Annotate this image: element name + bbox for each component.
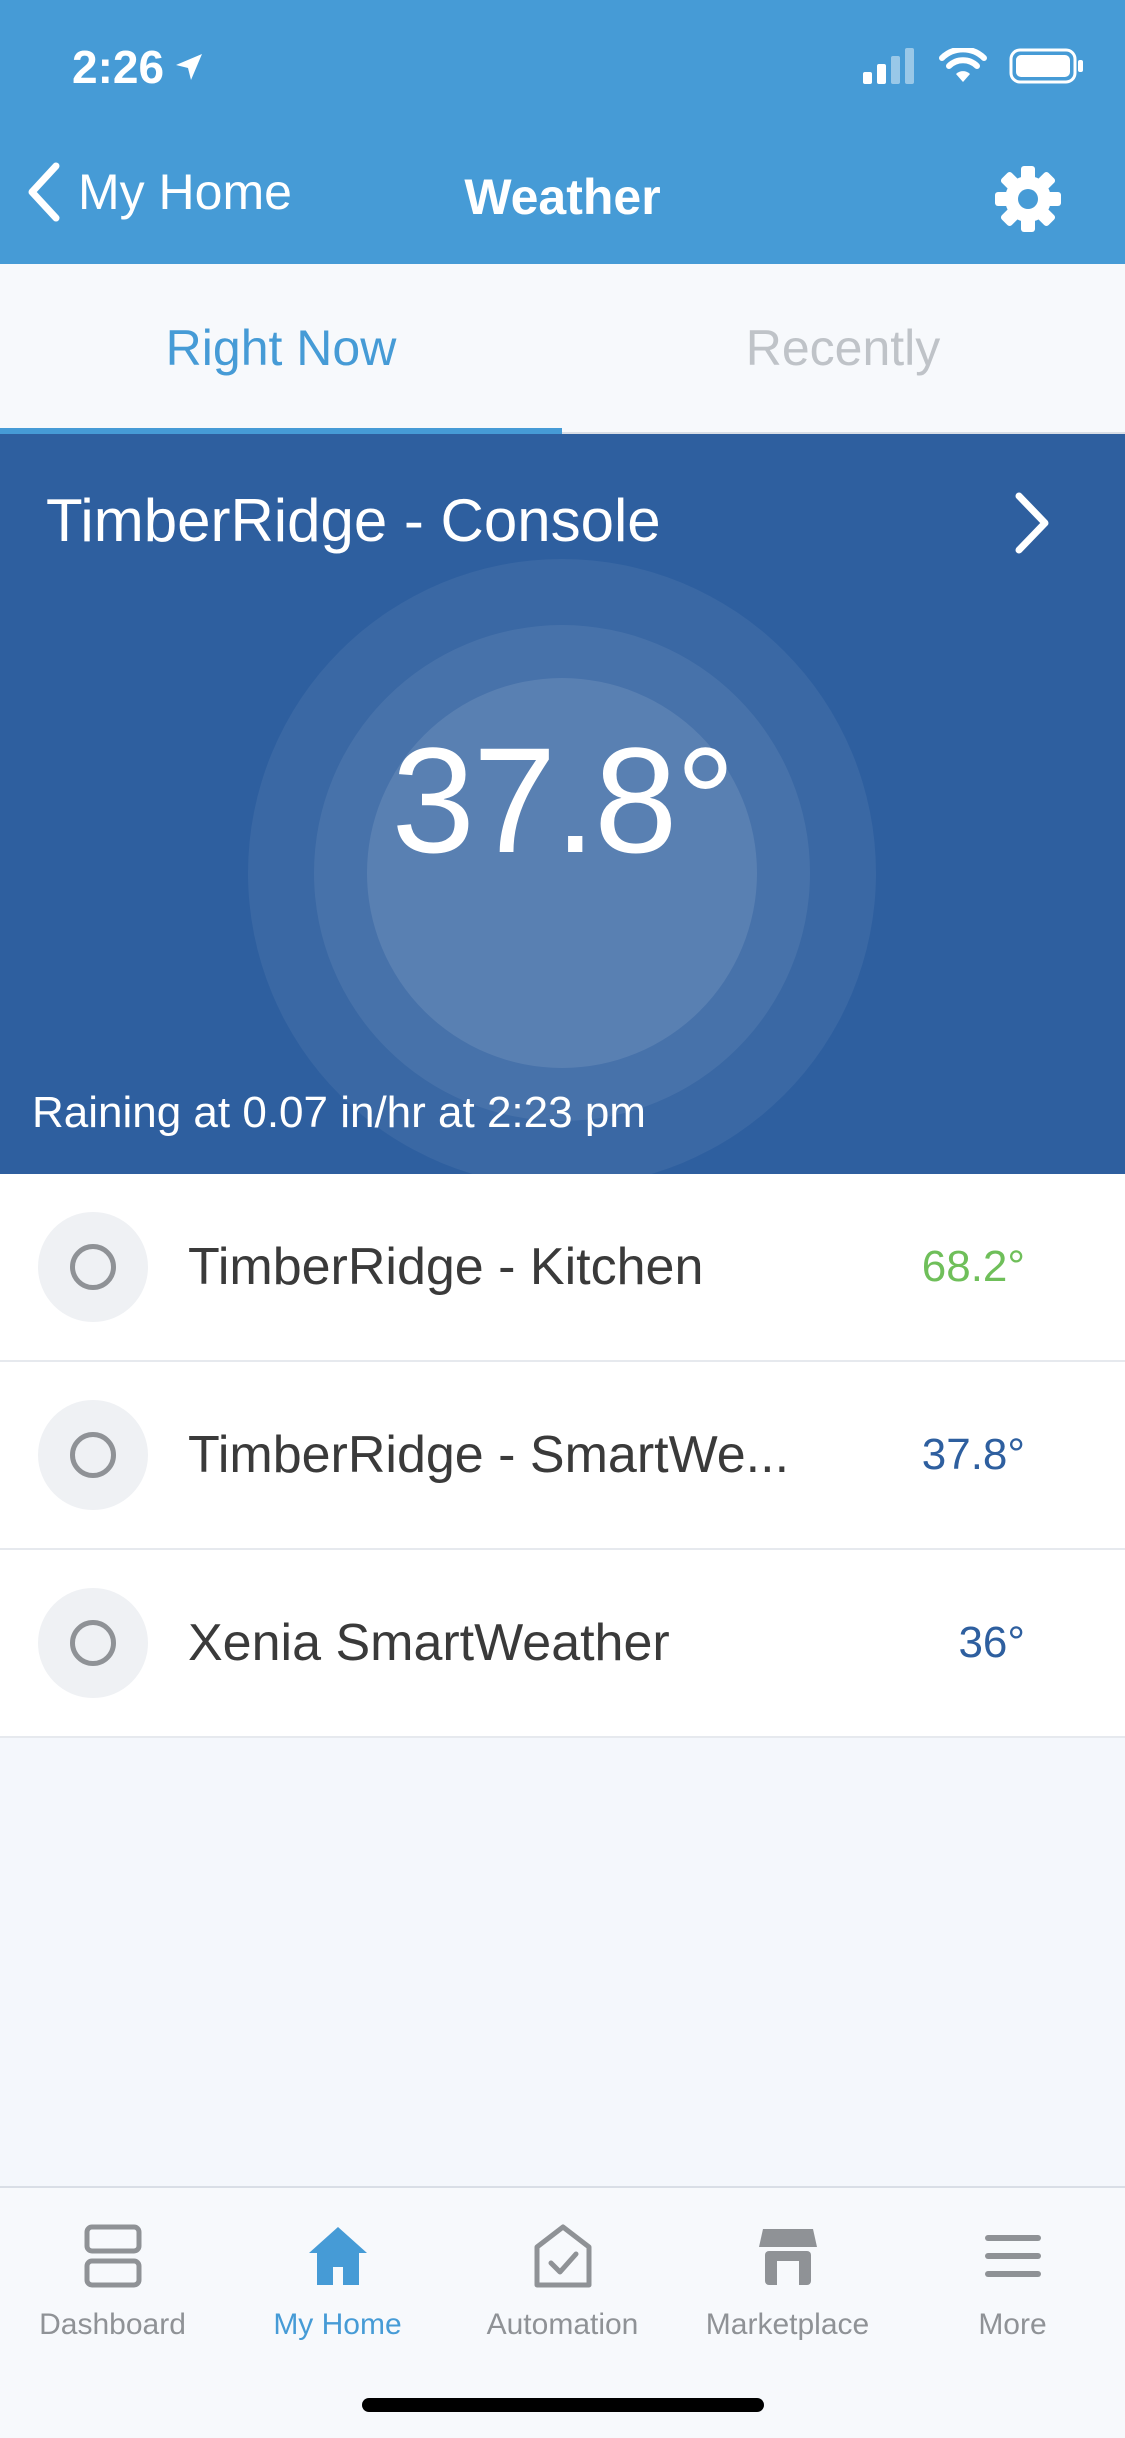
page-title: Weather xyxy=(464,169,661,225)
location-icon xyxy=(176,54,203,80)
station-temperature: 68.2° xyxy=(921,1242,1025,1291)
station-name: Xenia SmartWeather xyxy=(188,1614,670,1672)
precipitation-status: Raining at 0.07 in/hr at 2:23 pm xyxy=(32,1088,646,1137)
station-title: TimberRidge - Console xyxy=(46,487,661,554)
status-time-label: 2:26 xyxy=(72,41,165,93)
station-name: TimberRidge - Kitchen xyxy=(188,1238,704,1296)
tabbar-item-more[interactable]: More xyxy=(900,2218,1125,2342)
tab-right-now-label: Right Now xyxy=(165,320,397,376)
tab-right-now[interactable]: Right Now xyxy=(0,264,562,432)
home-icon xyxy=(308,2227,367,2285)
top-bar: 2:26 My Home Weather xyxy=(0,0,1125,264)
station-icon-container xyxy=(38,1400,148,1510)
tabbar-label: More xyxy=(978,2308,1047,2341)
cellular-signal-icon xyxy=(863,48,914,84)
chevron-right-icon[interactable] xyxy=(1009,490,1055,556)
circle-icon xyxy=(70,1432,116,1478)
tabbar-label: Marketplace xyxy=(705,2308,870,2341)
list-item[interactable]: Xenia SmartWeather 36° xyxy=(0,1550,1125,1738)
segment-tabs: Right Now Recently xyxy=(0,264,1125,434)
station-icon-container xyxy=(38,1212,148,1322)
station-icon-container xyxy=(38,1588,148,1698)
wifi-icon xyxy=(939,48,987,82)
tabbar-label: My Home xyxy=(273,2308,402,2341)
status-time: 2:26 xyxy=(72,40,204,94)
station-list: TimberRidge - Kitchen 68.2° TimberRidge … xyxy=(0,1174,1125,1738)
home-indicator[interactable] xyxy=(362,2398,764,2412)
tabbar-item-automation[interactable]: Automation xyxy=(450,2218,675,2342)
marketplace-icon xyxy=(758,2229,817,2285)
tabbar-label: Dashboard xyxy=(39,2308,186,2341)
circle-icon xyxy=(70,1620,116,1666)
tabbar-item-dashboard[interactable]: Dashboard xyxy=(0,2218,225,2342)
list-item[interactable]: TimberRidge - Kitchen 68.2° xyxy=(0,1174,1125,1362)
automation-icon xyxy=(534,2224,591,2288)
list-item[interactable]: TimberRidge - SmartWe... 37.8° xyxy=(0,1362,1125,1550)
tab-recently[interactable]: Recently xyxy=(562,264,1124,432)
dashboard-icon xyxy=(84,2224,141,2288)
tabbar-item-marketplace[interactable]: Marketplace xyxy=(675,2218,900,2342)
gear-icon[interactable] xyxy=(995,166,1061,232)
primary-station-card[interactable]: TimberRidge - Console 37.8° Raining at 0… xyxy=(0,434,1125,1174)
status-icons xyxy=(863,48,1085,84)
tab-recently-label: Recently xyxy=(745,320,941,376)
battery-icon xyxy=(1009,48,1083,84)
tabbar-label: Automation xyxy=(486,2308,639,2341)
current-temperature: 37.8° xyxy=(391,716,736,884)
menu-icon xyxy=(984,2235,1041,2277)
tabbar-item-my-home[interactable]: My Home xyxy=(225,2218,450,2342)
station-temperature: 36° xyxy=(958,1618,1025,1667)
station-name: TimberRidge - SmartWe... xyxy=(188,1426,790,1484)
station-temperature: 37.8° xyxy=(921,1430,1025,1479)
circle-icon xyxy=(70,1244,116,1290)
